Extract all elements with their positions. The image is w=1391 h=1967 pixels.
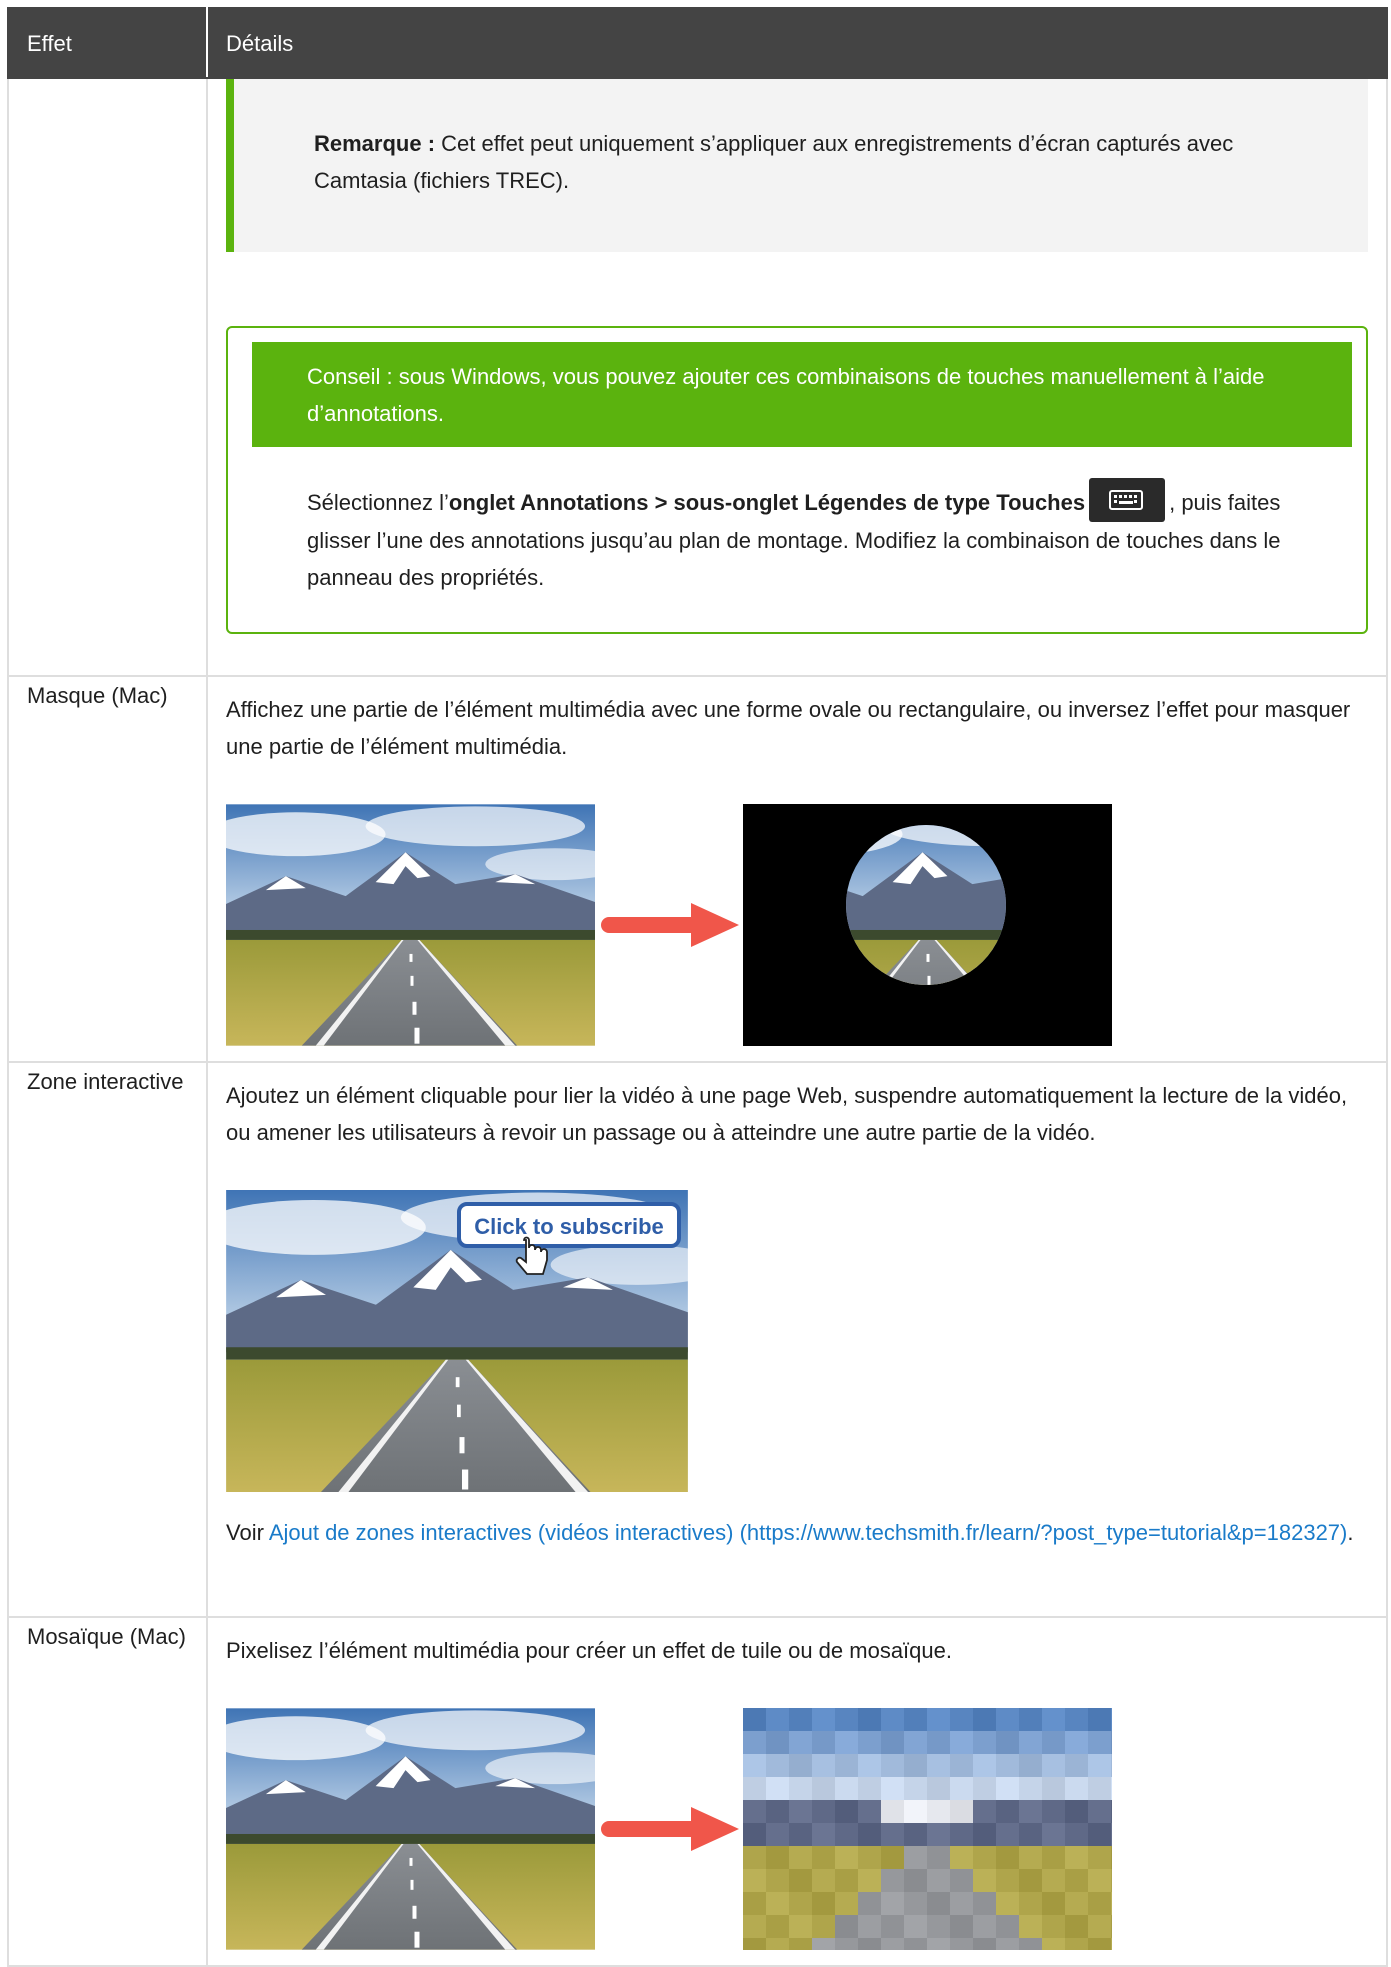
note-label: Remarque : (314, 131, 436, 156)
tip-text-bold: onglet Annotations > sous-onglet Légende… (448, 490, 1086, 515)
effect-details: Pixelisez l’élément multimédia pour crée… (206, 1616, 1388, 1967)
before-after-images (226, 1708, 1368, 1950)
tip-box: Conseil : sous Windows, vous pouvez ajou… (226, 326, 1368, 635)
effect-name: Zone interactive (7, 1061, 208, 1618)
effect-details: Affichez une partie de l’élément multimé… (206, 675, 1388, 1063)
tip-title: Conseil : sous Windows, vous pouvez ajou… (252, 342, 1352, 447)
effect-name: Mosaïque (Mac) (7, 1616, 208, 1967)
arrow-icon (595, 899, 743, 951)
effects-table: Effet Détails Remarque : Cet effet peut … (7, 7, 1388, 1967)
table-row: Mosaïque (Mac) Pixelisez l’élément multi… (7, 1616, 1388, 1967)
effect-name (7, 77, 208, 677)
table-header-row: Effet Détails (7, 7, 1388, 79)
see-suffix: . (1347, 1520, 1354, 1545)
effect-description: Ajoutez un élément cliquable pour lier l… (226, 1083, 1348, 1145)
arrow-icon (595, 1803, 743, 1855)
note-text: Cet effet peut uniquement s’appliquer au… (314, 131, 1234, 193)
tip-body: Sélectionnez l’onglet Annotations > sous… (252, 447, 1352, 596)
before-after-images (226, 804, 1368, 1046)
masked-image-after (743, 804, 1112, 1046)
hotspot-image: Click to subscribe (226, 1190, 688, 1492)
effect-description: Pixelisez l’élément multimédia pour crée… (226, 1638, 952, 1663)
landscape-image-before (226, 804, 595, 1046)
page: Effet Détails Remarque : Cet effet peut … (0, 0, 1391, 1967)
see-prefix: Voir (226, 1520, 269, 1545)
note-box: Remarque : Cet effet peut uniquement s’a… (226, 79, 1368, 252)
effect-details: Ajoutez un élément cliquable pour lier l… (206, 1061, 1388, 1618)
effect-details: Remarque : Cet effet peut uniquement s’a… (206, 77, 1388, 677)
effect-description: Affichez une partie de l’élément multimé… (226, 697, 1351, 759)
column-header-details: Détails (206, 7, 1388, 79)
table-row: Remarque : Cet effet peut uniquement s’a… (7, 77, 1388, 677)
tip-text-pre: Sélectionnez l’ (307, 490, 449, 515)
hotspot-tutorial-link[interactable]: Ajout de zones interactives (vidéos inte… (269, 1520, 1348, 1545)
keyboard-icon (1089, 478, 1166, 523)
table-row: Masque (Mac) Affichez une partie de l’él… (7, 675, 1388, 1063)
mosaic-image-after (743, 1708, 1112, 1950)
see-also: Voir Ajout de zones interactives (vidéos… (226, 1514, 1368, 1551)
hotspot-image-row: Click to subscribe (226, 1190, 1368, 1492)
table-row: Zone interactive Ajoutez un élément cliq… (7, 1061, 1388, 1618)
landscape-image-before (226, 1708, 595, 1950)
column-header-effect: Effet (7, 7, 208, 79)
effect-name: Masque (Mac) (7, 675, 208, 1063)
hotspot-callout: Click to subscribe (474, 1214, 664, 1239)
